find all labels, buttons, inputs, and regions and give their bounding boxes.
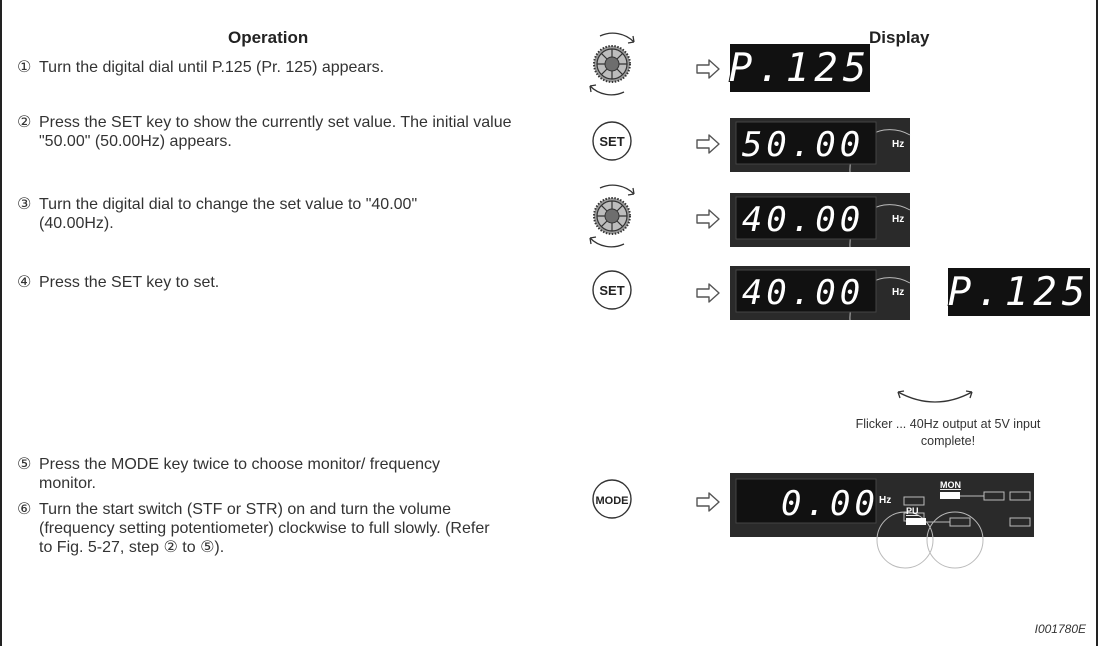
set-key-icon[interactable]: SET (592, 270, 632, 310)
set-key-icon[interactable]: SET (592, 121, 632, 161)
set-key-label: SET (599, 134, 624, 149)
arrow-right-icon (696, 283, 720, 303)
hz-unit-3: Hz (892, 214, 904, 225)
figure-id: I001780E (1034, 622, 1086, 636)
arrow-right-icon (696, 492, 720, 512)
display-illustrations: P.125 SET 50.00 Hz 40.00 Hz SET 40.00 Hz… (589, 32, 1090, 569)
hz-unit-5: Hz (879, 495, 891, 506)
dial-icon[interactable] (589, 184, 635, 248)
lcd-display-4-alt: P.125 (947, 268, 1090, 316)
lcd-display-1: P.125 (728, 44, 871, 92)
hz-unit-2: Hz (892, 139, 904, 150)
display-3-text: 40.00 (742, 200, 864, 240)
arrow-right-icon (696, 134, 720, 154)
display-5-text: 0.00 (781, 484, 879, 524)
display-4-text: 40.00 (742, 273, 864, 313)
display-1-text: P.125 (729, 46, 871, 91)
pu-label: PU (906, 506, 919, 516)
lcd-display-3: 40.00 Hz (730, 193, 911, 248)
arrow-right-icon (696, 209, 720, 229)
hz-unit-4: Hz (892, 287, 904, 298)
arrow-right-icon (696, 59, 720, 79)
display-4-alt-text: P.125 (948, 270, 1090, 315)
mon-label: MON (940, 480, 961, 490)
display-2-text: 50.00 (742, 125, 864, 165)
dial-icon[interactable] (589, 32, 635, 96)
lcd-display-2: 50.00 Hz (730, 118, 911, 173)
flicker-note: Flicker ... 40Hz output at 5V input comp… (855, 417, 1041, 448)
set-key-label: SET (599, 283, 624, 298)
mode-key-label: MODE (596, 495, 629, 507)
flicker-arrow-icon (897, 390, 973, 403)
mode-key-icon[interactable]: MODE (592, 479, 632, 519)
lcd-display-5: 0.00 Hz MON PU (730, 473, 1034, 569)
lcd-display-4: 40.00 Hz (730, 266, 911, 321)
